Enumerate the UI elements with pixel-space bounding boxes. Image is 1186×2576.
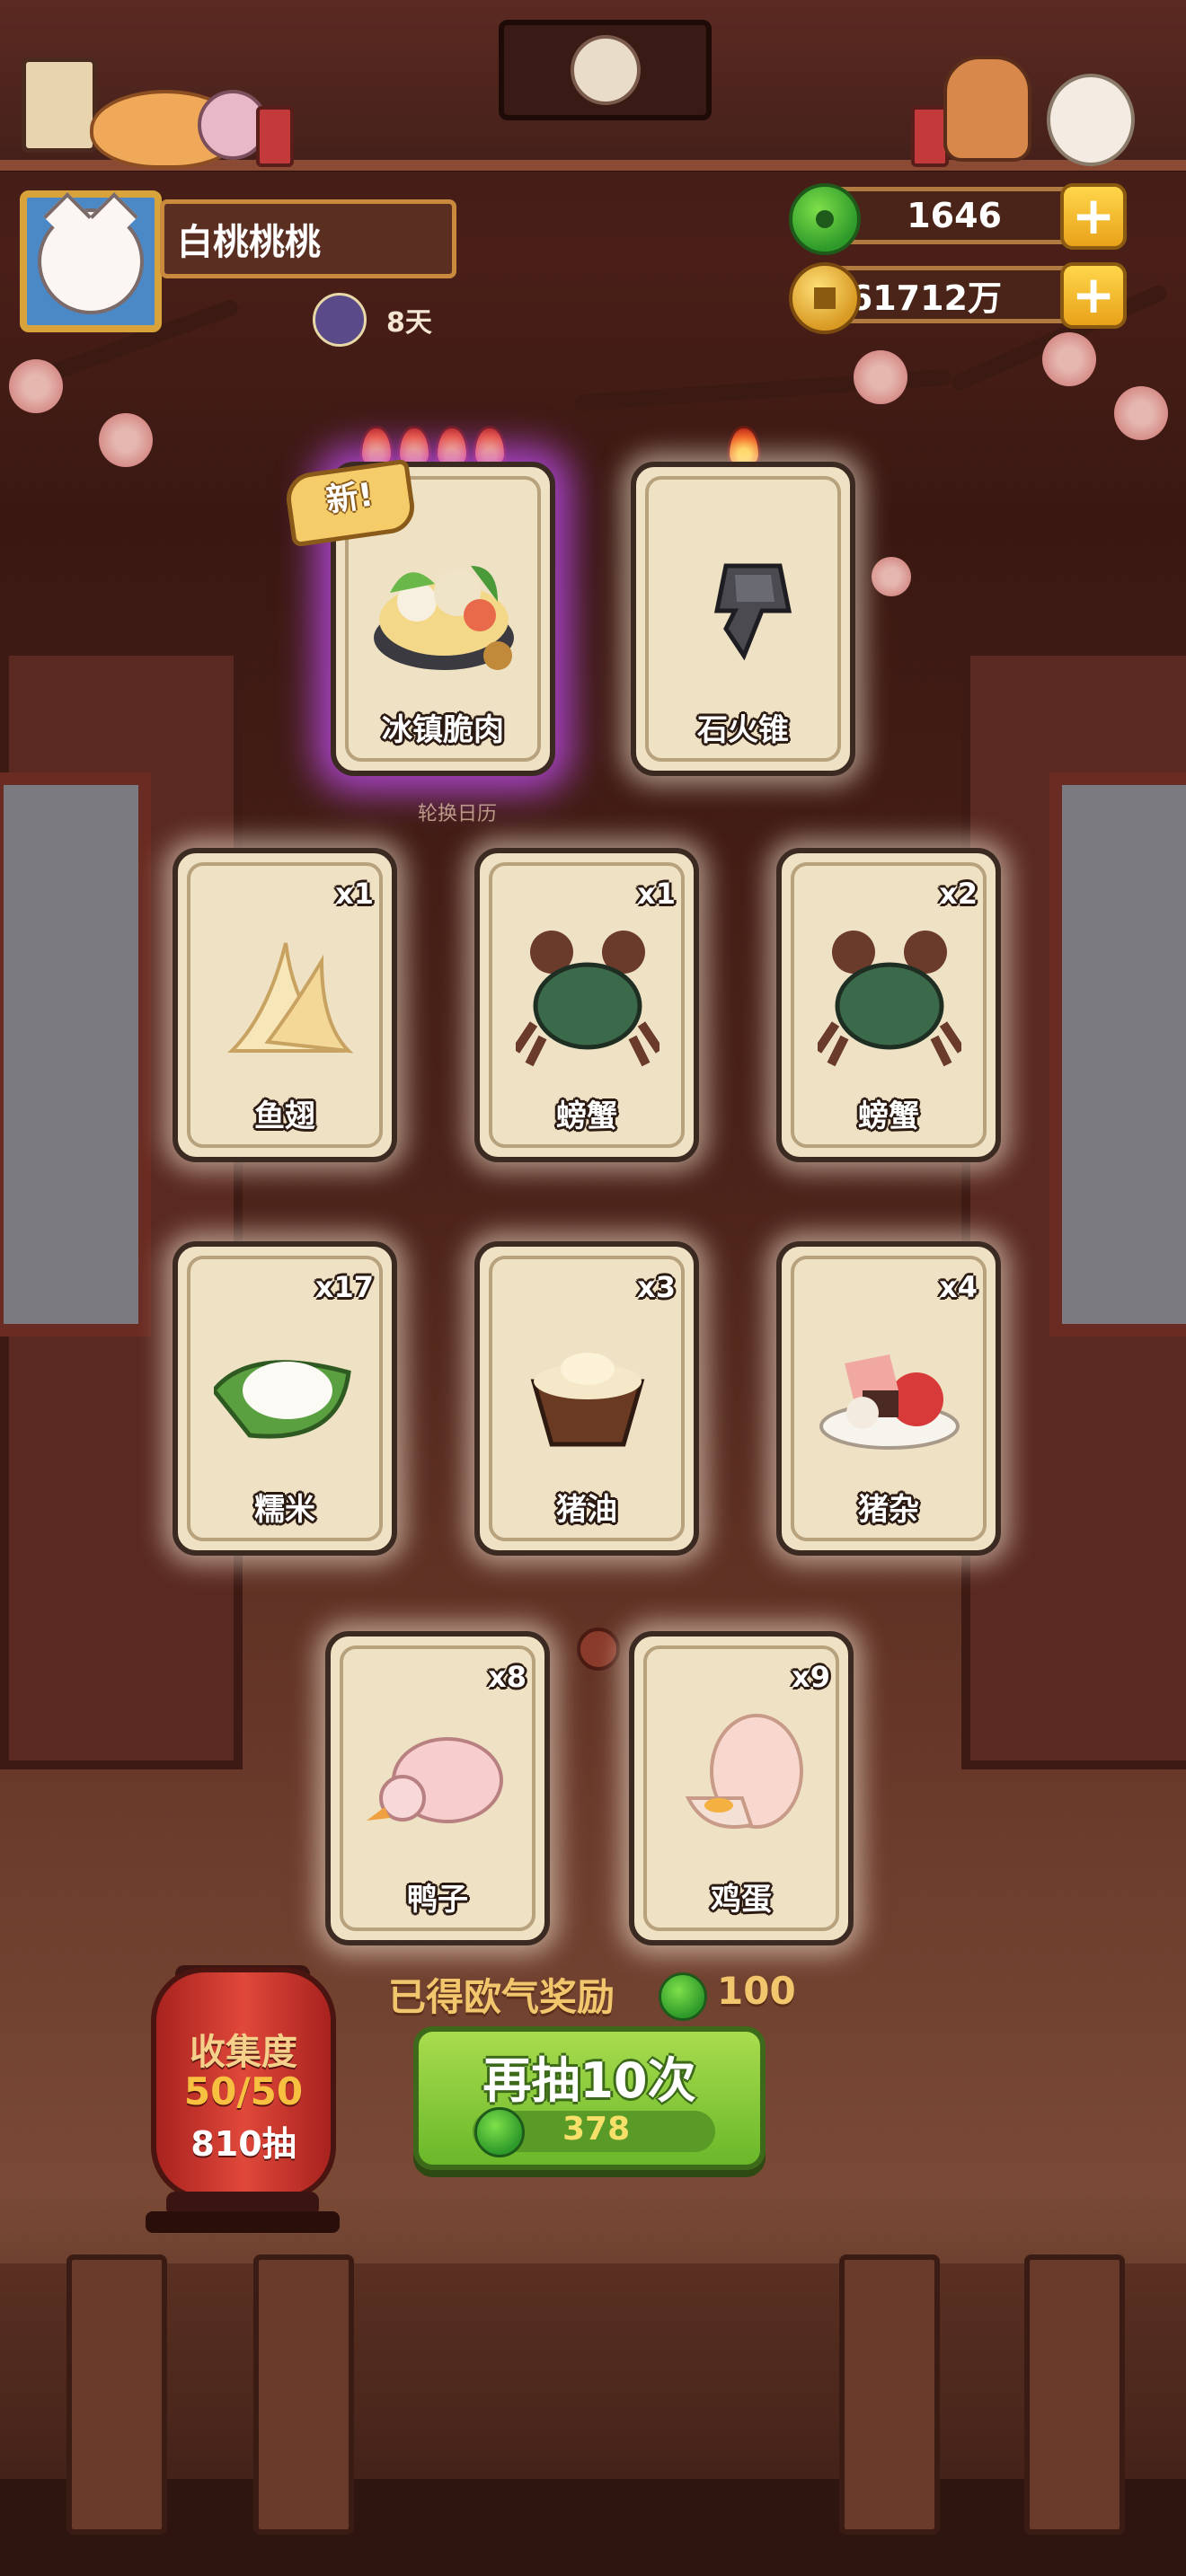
crab-icon [818,931,961,1067]
card-name: 猪油 [556,1492,617,1528]
collection-progress: 50/50 [183,2069,304,2113]
card-item[interactable]: x1 螃蟹 [474,848,699,1162]
days-count: 8天 [386,307,432,339]
jade-icon [474,2107,525,2157]
blossom-flower [854,350,907,404]
railing-post [839,2254,940,2535]
card-featured-2[interactable]: 石火锥 [631,462,855,776]
collection-title: 收集度 [190,2032,297,2073]
character-portrait-icon [570,35,641,105]
railing-post [1024,2254,1125,2535]
card-item[interactable]: x3 猪油 [474,1241,699,1556]
add-coins-button[interactable]: + [1060,262,1127,329]
card-item[interactable]: x8 鸭子 [325,1631,550,1945]
hanging-scroll [499,20,712,120]
card-name: 螃蟹 [858,1098,919,1134]
blossom-flower [99,413,153,467]
blossom-flower [872,557,911,596]
railing-post [253,2254,354,2535]
draw-again-label: 再抽10次 [482,2052,696,2109]
card-name: 石火锥 [697,712,789,748]
card-name: 鱼翅 [254,1098,315,1134]
card-item[interactable]: x4 猪杂 [776,1241,1001,1556]
egg-icon [685,1714,803,1829]
coin-icon [789,262,861,334]
draw-count: 810抽 [190,2124,296,2164]
crab-icon [516,931,659,1067]
white-cat-icon [1047,74,1135,166]
player-name: 白桃桃桃 [160,199,456,278]
lantern-stand [146,2211,340,2233]
card-count: x17 [314,1270,374,1304]
blossom-flower [9,359,63,413]
card-name: 冰镇脆肉 [382,712,504,748]
draw-again-button[interactable]: 再抽10次 378 [413,2026,766,2170]
blossom-flower [1042,332,1096,386]
shark-fin-icon [227,942,354,1054]
window-left [0,772,151,1337]
sticky-rice-icon [214,1360,351,1439]
pork-offal-icon [819,1354,960,1450]
jade-icon [789,183,861,255]
window-right [1049,772,1186,1337]
card-count: x9 [792,1660,830,1694]
paw-scroll-icon [22,57,97,153]
card-count: x2 [939,877,978,911]
card-item[interactable]: x17 糯米 [173,1241,397,1556]
card-count: x1 [335,877,374,911]
reward-value: 100 [717,1969,796,2013]
reward-label: 已得欧气奖励 [388,1975,615,2019]
ornament-icon [577,1628,620,1671]
small-lantern-icon [256,106,294,167]
duck-icon [367,1737,503,1823]
stone-cone-icon [713,563,792,661]
floor-bottom [0,2479,1186,2576]
companion-icon [313,293,367,347]
card-count: x8 [488,1660,527,1694]
new-badge-label: 新 [323,478,361,520]
cat-avatar-icon [38,208,144,314]
blossom-flower [1114,386,1168,440]
draw-cost: 378 [562,2111,631,2148]
card-name: 鸡蛋 [711,1882,772,1918]
lard-icon [530,1353,645,1447]
card-name: 糯米 [254,1492,315,1528]
avatar[interactable] [20,190,162,332]
boy-character-icon [943,56,1031,162]
card-item[interactable]: x1 鱼翅 [173,848,397,1162]
add-jade-button[interactable]: + [1060,183,1127,250]
card-item[interactable]: x2 螃蟹 [776,848,1001,1162]
jade-icon [659,1972,707,2021]
rotation-calendar-link[interactable]: 轮换日历 [418,798,497,826]
card-name: 鸭子 [407,1882,468,1918]
card-count: x1 [637,877,676,911]
card-name: 猪杂 [858,1492,919,1528]
card-count: x4 [939,1270,978,1304]
card-count: x3 [637,1270,676,1304]
railing-post [66,2254,167,2535]
collection-lantern[interactable]: 收集度 50/50 810抽 [151,1967,336,2201]
card-name: 螃蟹 [556,1098,617,1134]
card-item[interactable]: x9 鸡蛋 [629,1631,854,1945]
hotpot-icon [374,566,514,670]
